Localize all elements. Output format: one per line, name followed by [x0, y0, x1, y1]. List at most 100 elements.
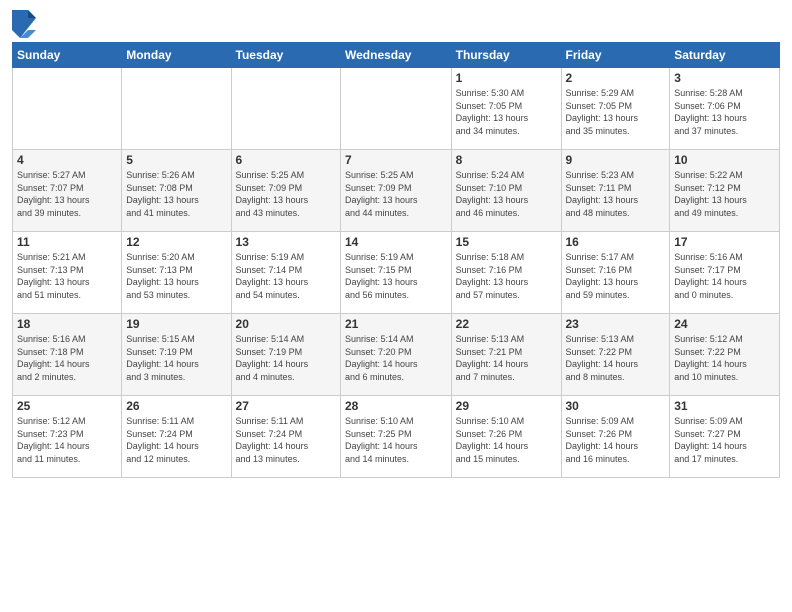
- day-info: Sunrise: 5:23 AM Sunset: 7:11 PM Dayligh…: [566, 169, 666, 219]
- day-number: 14: [345, 235, 447, 249]
- day-cell: 1 Sunrise: 5:30 AM Sunset: 7:05 PM Daylig…: [451, 68, 561, 150]
- header-day-monday: Monday: [122, 43, 231, 68]
- day-cell: 3 Sunrise: 5:28 AM Sunset: 7:06 PM Daylig…: [670, 68, 780, 150]
- day-number: 8: [456, 153, 557, 167]
- day-info: Sunrise: 5:14 AM Sunset: 7:20 PM Dayligh…: [345, 333, 447, 383]
- day-number: 21: [345, 317, 447, 331]
- day-cell: [122, 68, 231, 150]
- header-day-saturday: Saturday: [670, 43, 780, 68]
- day-number: 2: [566, 71, 666, 85]
- day-info: Sunrise: 5:25 AM Sunset: 7:09 PM Dayligh…: [236, 169, 336, 219]
- header-row: SundayMondayTuesdayWednesdayThursdayFrid…: [13, 43, 780, 68]
- day-cell: 20 Sunrise: 5:14 AM Sunset: 7:19 PM Dayli…: [231, 314, 340, 396]
- day-number: 25: [17, 399, 117, 413]
- day-cell: 17Sunrise: 5:16 AM Sunset: 7:17 PM Dayli…: [670, 232, 780, 314]
- day-number: 27: [236, 399, 336, 413]
- day-info: Sunrise: 5:30 AM Sunset: 7:05 PM Dayligh…: [456, 87, 557, 137]
- day-number: 31: [674, 399, 775, 413]
- day-number: 26: [126, 399, 226, 413]
- logo-icon: [12, 10, 36, 38]
- page-container: SundayMondayTuesdayWednesdayThursdayFrid…: [0, 0, 792, 486]
- day-info: Sunrise: 5:29 AM Sunset: 7:05 PM Dayligh…: [566, 87, 666, 137]
- day-number: 20: [236, 317, 336, 331]
- day-number: 24: [674, 317, 775, 331]
- day-cell: 16 Sunrise: 5:17 AM Sunset: 7:16 PM Dayli…: [561, 232, 670, 314]
- day-info: Sunrise: 5:14 AM Sunset: 7:19 PM Dayligh…: [236, 333, 336, 383]
- day-cell: 21 Sunrise: 5:14 AM Sunset: 7:20 PM Dayli…: [341, 314, 452, 396]
- week-row-4: 25 Sunrise: 5:12 AM Sunset: 7:23 PM Dayli…: [13, 396, 780, 478]
- day-cell: 5 Sunrise: 5:26 AM Sunset: 7:08 PM Daylig…: [122, 150, 231, 232]
- week-row-1: 4 Sunrise: 5:27 AM Sunset: 7:07 PM Daylig…: [13, 150, 780, 232]
- day-cell: 12 Sunrise: 5:20 AM Sunset: 7:13 PM Dayli…: [122, 232, 231, 314]
- day-cell: 30Sunrise: 5:09 AM Sunset: 7:26 PM Dayli…: [561, 396, 670, 478]
- day-info: Sunrise: 5:28 AM Sunset: 7:06 PM Dayligh…: [674, 87, 775, 137]
- day-cell: 15 Sunrise: 5:18 AM Sunset: 7:16 PM Dayli…: [451, 232, 561, 314]
- day-info: Sunrise: 5:17 AM Sunset: 7:16 PM Dayligh…: [566, 251, 666, 301]
- day-cell: 31 Sunrise: 5:09 AM Sunset: 7:27 PM Dayli…: [670, 396, 780, 478]
- day-cell: 14 Sunrise: 5:19 AM Sunset: 7:15 PM Dayli…: [341, 232, 452, 314]
- day-cell: 2 Sunrise: 5:29 AM Sunset: 7:05 PM Daylig…: [561, 68, 670, 150]
- day-number: 22: [456, 317, 557, 331]
- day-number: 5: [126, 153, 226, 167]
- day-number: 13: [236, 235, 336, 249]
- day-info: Sunrise: 5:15 AM Sunset: 7:19 PM Dayligh…: [126, 333, 226, 383]
- day-cell: [231, 68, 340, 150]
- day-number: 12: [126, 235, 226, 249]
- header-day-thursday: Thursday: [451, 43, 561, 68]
- day-cell: 13 Sunrise: 5:19 AM Sunset: 7:14 PM Dayli…: [231, 232, 340, 314]
- day-info: Sunrise: 5:24 AM Sunset: 7:10 PM Dayligh…: [456, 169, 557, 219]
- day-cell: 11 Sunrise: 5:21 AM Sunset: 7:13 PM Dayli…: [13, 232, 122, 314]
- day-cell: 6 Sunrise: 5:25 AM Sunset: 7:09 PM Daylig…: [231, 150, 340, 232]
- day-info: Sunrise: 5:20 AM Sunset: 7:13 PM Dayligh…: [126, 251, 226, 301]
- day-info: Sunrise: 5:13 AM Sunset: 7:22 PM Dayligh…: [566, 333, 666, 383]
- day-info: Sunrise: 5:26 AM Sunset: 7:08 PM Dayligh…: [126, 169, 226, 219]
- day-info: Sunrise: 5:21 AM Sunset: 7:13 PM Dayligh…: [17, 251, 117, 301]
- day-info: Sunrise: 5:16 AM Sunset: 7:18 PM Dayligh…: [17, 333, 117, 383]
- day-number: 28: [345, 399, 447, 413]
- day-number: 3: [674, 71, 775, 85]
- day-info: Sunrise: 5:19 AM Sunset: 7:14 PM Dayligh…: [236, 251, 336, 301]
- day-cell: 9Sunrise: 5:23 AM Sunset: 7:11 PM Daylig…: [561, 150, 670, 232]
- day-info: Sunrise: 5:27 AM Sunset: 7:07 PM Dayligh…: [17, 169, 117, 219]
- day-cell: 22 Sunrise: 5:13 AM Sunset: 7:21 PM Dayli…: [451, 314, 561, 396]
- day-cell: 26 Sunrise: 5:11 AM Sunset: 7:24 PM Dayli…: [122, 396, 231, 478]
- day-cell: 29Sunrise: 5:10 AM Sunset: 7:26 PM Dayli…: [451, 396, 561, 478]
- day-info: Sunrise: 5:18 AM Sunset: 7:16 PM Dayligh…: [456, 251, 557, 301]
- day-cell: 27Sunrise: 5:11 AM Sunset: 7:24 PM Dayli…: [231, 396, 340, 478]
- header: [12, 10, 780, 38]
- day-info: Sunrise: 5:12 AM Sunset: 7:22 PM Dayligh…: [674, 333, 775, 383]
- day-number: 23: [566, 317, 666, 331]
- day-number: 6: [236, 153, 336, 167]
- day-number: 18: [17, 317, 117, 331]
- day-number: 17: [674, 235, 775, 249]
- day-number: 16: [566, 235, 666, 249]
- day-cell: 10Sunrise: 5:22 AM Sunset: 7:12 PM Dayli…: [670, 150, 780, 232]
- day-cell: 4 Sunrise: 5:27 AM Sunset: 7:07 PM Daylig…: [13, 150, 122, 232]
- day-cell: 28 Sunrise: 5:10 AM Sunset: 7:25 PM Dayli…: [341, 396, 452, 478]
- day-info: Sunrise: 5:12 AM Sunset: 7:23 PM Dayligh…: [17, 415, 117, 465]
- day-number: 15: [456, 235, 557, 249]
- day-number: 4: [17, 153, 117, 167]
- day-info: Sunrise: 5:22 AM Sunset: 7:12 PM Dayligh…: [674, 169, 775, 219]
- day-cell: 19Sunrise: 5:15 AM Sunset: 7:19 PM Dayli…: [122, 314, 231, 396]
- header-day-wednesday: Wednesday: [341, 43, 452, 68]
- logo: [12, 10, 38, 38]
- week-row-0: 1 Sunrise: 5:30 AM Sunset: 7:05 PM Daylig…: [13, 68, 780, 150]
- day-cell: 24 Sunrise: 5:12 AM Sunset: 7:22 PM Dayli…: [670, 314, 780, 396]
- day-cell: 18 Sunrise: 5:16 AM Sunset: 7:18 PM Dayli…: [13, 314, 122, 396]
- calendar-table: SundayMondayTuesdayWednesdayThursdayFrid…: [12, 42, 780, 478]
- day-info: Sunrise: 5:13 AM Sunset: 7:21 PM Dayligh…: [456, 333, 557, 383]
- day-info: Sunrise: 5:10 AM Sunset: 7:25 PM Dayligh…: [345, 415, 447, 465]
- day-info: Sunrise: 5:10 AM Sunset: 7:26 PM Dayligh…: [456, 415, 557, 465]
- header-day-tuesday: Tuesday: [231, 43, 340, 68]
- day-info: Sunrise: 5:09 AM Sunset: 7:27 PM Dayligh…: [674, 415, 775, 465]
- day-number: 7: [345, 153, 447, 167]
- day-cell: 8 Sunrise: 5:24 AM Sunset: 7:10 PM Daylig…: [451, 150, 561, 232]
- day-cell: [13, 68, 122, 150]
- day-info: Sunrise: 5:11 AM Sunset: 7:24 PM Dayligh…: [126, 415, 226, 465]
- day-info: Sunrise: 5:25 AM Sunset: 7:09 PM Dayligh…: [345, 169, 447, 219]
- day-info: Sunrise: 5:19 AM Sunset: 7:15 PM Dayligh…: [345, 251, 447, 301]
- day-number: 1: [456, 71, 557, 85]
- day-number: 11: [17, 235, 117, 249]
- day-cell: 23 Sunrise: 5:13 AM Sunset: 7:22 PM Dayli…: [561, 314, 670, 396]
